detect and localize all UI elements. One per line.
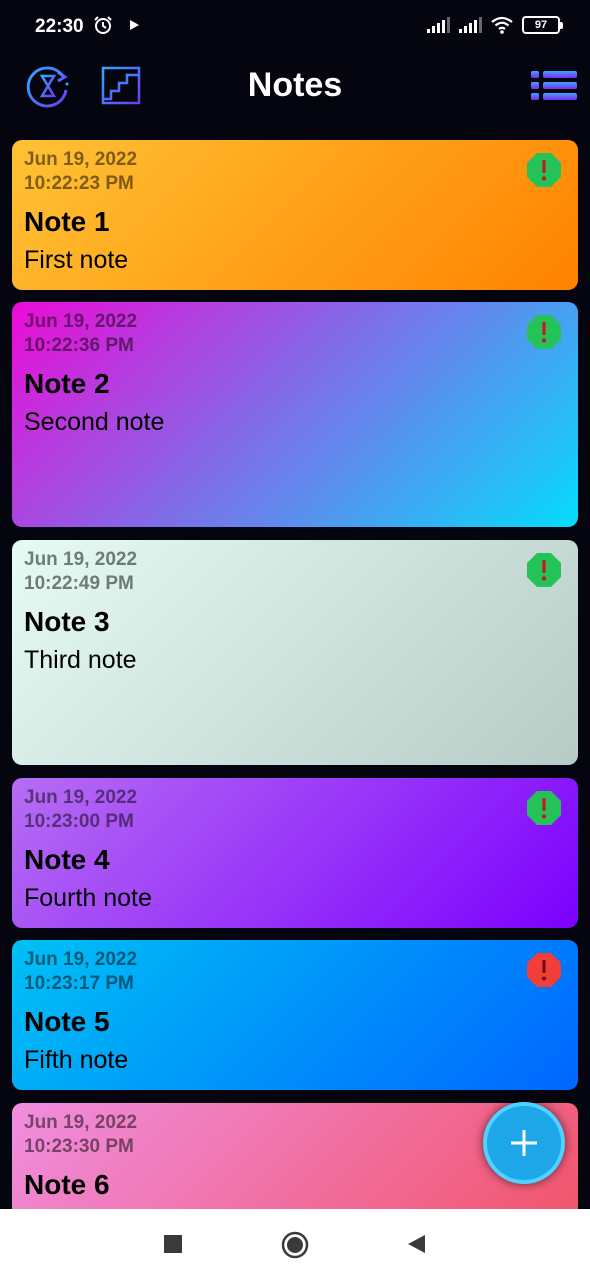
priority-icon[interactable] (526, 152, 562, 188)
note-body: Second note (24, 408, 165, 436)
system-nav-bar (0, 1209, 590, 1280)
recents-square-icon[interactable] (160, 1231, 186, 1257)
alarm-icon (94, 16, 112, 34)
note-title: Note 1 (24, 206, 110, 237)
note-card[interactable]: Jun 19, 2022 10:23:00 PM Note 4 Fourth n… (12, 778, 578, 928)
note-card[interactable]: Jun 19, 2022 10:22:23 PM Note 1 First no… (12, 140, 578, 290)
note-time: 10:23:17 PM (24, 973, 134, 994)
note-title: Note 5 (24, 1006, 110, 1037)
note-body: Fifth note (24, 1046, 129, 1074)
plus-icon (511, 1130, 537, 1156)
note-time: 10:22:36 PM (24, 335, 134, 356)
priority-icon[interactable] (526, 552, 562, 588)
wifi-icon (491, 16, 513, 34)
list-icon[interactable] (530, 68, 578, 104)
notes-list[interactable]: Jun 19, 2022 10:22:23 PM Note 1 First no… (12, 140, 578, 1209)
note-card[interactable]: Jun 19, 2022 10:22:36 PM Note 2 Second n… (12, 302, 578, 527)
note-title: Note 4 (24, 844, 110, 875)
note-body: Fourth note (24, 884, 152, 912)
priority-icon[interactable] (526, 314, 562, 350)
page-title: Notes (247, 66, 343, 104)
status-left-icons (93, 15, 141, 35)
priority-icon[interactable] (526, 952, 562, 988)
note-date: Jun 19, 2022 (24, 949, 138, 970)
app-bar: Notes (0, 56, 590, 120)
home-circle-icon[interactable] (281, 1231, 309, 1259)
play-icon (130, 20, 139, 30)
note-date: Jun 19, 2022 (24, 549, 138, 570)
signal-icon (459, 17, 482, 33)
status-time: 22:30 (35, 16, 84, 37)
note-body: Third note (24, 646, 137, 674)
signal-icon (427, 17, 450, 33)
note-date: Jun 19, 2022 (24, 787, 138, 808)
add-note-button[interactable] (483, 1102, 565, 1184)
note-time: 10:22:23 PM (24, 173, 134, 194)
note-time: 10:23:00 PM (24, 811, 134, 832)
note-time: 10:22:49 PM (24, 573, 134, 594)
note-title: Note 3 (24, 606, 110, 637)
back-triangle-icon[interactable] (404, 1231, 428, 1257)
note-title: Note 6 (24, 1169, 110, 1200)
note-card[interactable]: Jun 19, 2022 10:23:17 PM Note 5 Fifth no… (12, 940, 578, 1090)
note-card[interactable]: Jun 19, 2022 10:22:49 PM Note 3 Third no… (12, 540, 578, 765)
note-date: Jun 19, 2022 (24, 149, 138, 170)
priority-icon[interactable] (526, 790, 562, 826)
status-bar: 22:30 97 (0, 0, 590, 56)
status-right-icons: 97 (426, 16, 563, 34)
note-date: Jun 19, 2022 (24, 311, 138, 332)
note-body: First note (24, 246, 129, 274)
battery-icon: 97 (522, 16, 563, 34)
note-title: Note 2 (24, 368, 110, 399)
battery-level: 97 (534, 19, 548, 31)
